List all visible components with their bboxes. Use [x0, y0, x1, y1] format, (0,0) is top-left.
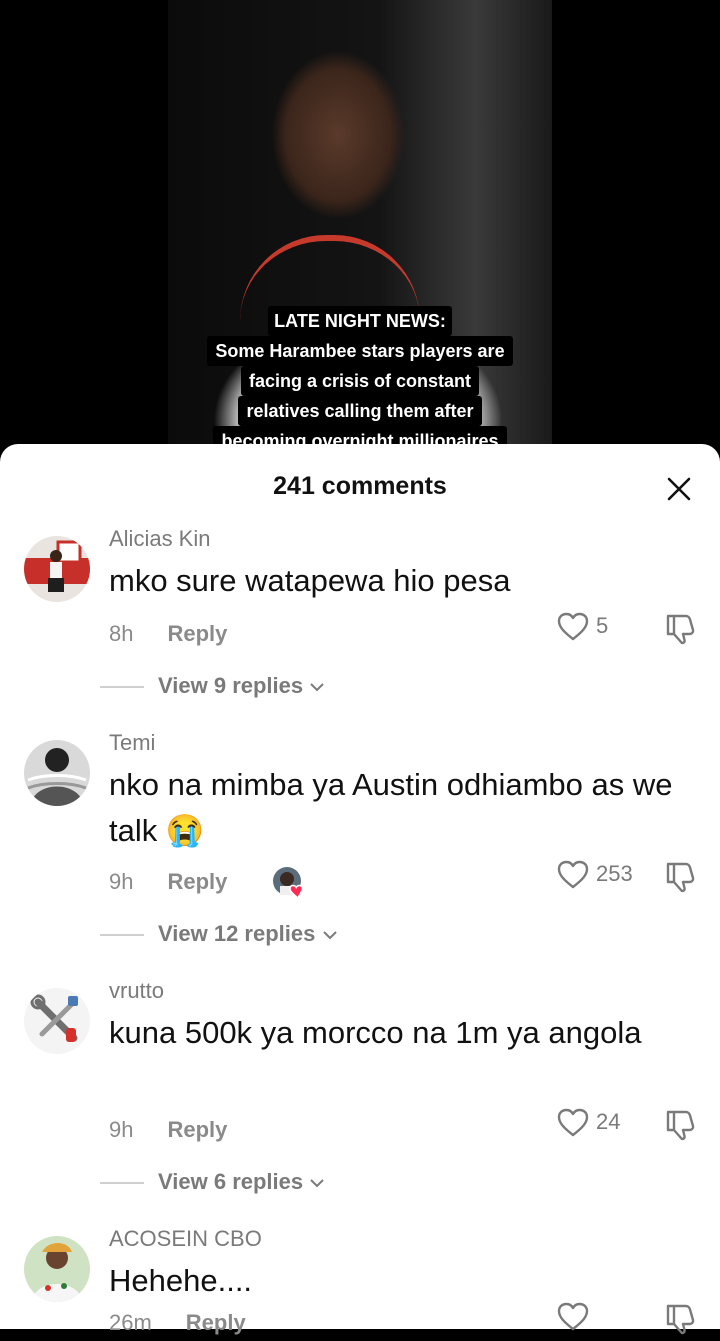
reply-button[interactable]: Reply	[167, 869, 227, 894]
view-replies-button[interactable]: View 12 replies	[100, 921, 338, 947]
avatar[interactable]	[24, 1236, 90, 1302]
caption-line-4: relatives calling them after	[238, 396, 482, 426]
view-replies-label: View 12 replies	[158, 921, 316, 946]
avatar[interactable]	[24, 988, 90, 1054]
comment-text: nko na mimba ya Austin odhiambo as we ta…	[109, 767, 673, 848]
view-replies-label: View 6 replies	[158, 1169, 304, 1194]
heart-icon	[557, 860, 589, 889]
like-count: 5	[596, 613, 609, 638]
comments-count: 241 comments	[273, 472, 447, 500]
avatar[interactable]	[24, 536, 90, 602]
heart-icon	[557, 1108, 589, 1137]
comments-sheet: 241 comments Alicias Kin mko sure watape…	[0, 444, 720, 1335]
comment-time: 9h	[109, 1117, 134, 1142]
comment-time: 8h	[109, 621, 134, 646]
dislike-icon[interactable]	[662, 610, 698, 646]
view-replies-button[interactable]: View 9 replies	[100, 673, 325, 699]
like-button[interactable]: 24	[556, 1106, 636, 1140]
caption-line-1: LATE NIGHT NEWS:	[268, 306, 452, 336]
comment-meta: 8h Reply	[109, 621, 227, 647]
comment-meta: 9h Reply	[109, 1117, 227, 1143]
comment-username[interactable]: Temi	[109, 730, 155, 756]
chevron-down-icon	[303, 1169, 325, 1194]
comment-time: 9h	[109, 869, 134, 894]
chevron-down-icon	[315, 921, 337, 946]
view-replies-label: View 9 replies	[158, 673, 304, 698]
caption-line-3: facing a crisis of constant	[240, 366, 480, 396]
comment-username[interactable]: ACOSEIN CBO	[109, 1226, 262, 1252]
comment-meta: 26m Reply	[109, 1310, 246, 1336]
divider-line	[100, 934, 144, 936]
dislike-icon[interactable]	[662, 858, 698, 894]
caption-line-2: Some Harambee stars players are	[207, 336, 513, 366]
reply-button[interactable]: Reply	[186, 1310, 246, 1335]
comment-time: 26m	[109, 1310, 152, 1335]
reply-button[interactable]: Reply	[167, 621, 227, 646]
comment-text: Hehehe....	[109, 1263, 253, 1298]
like-count: 253	[596, 861, 633, 886]
like-button[interactable]: 253	[556, 858, 636, 892]
close-icon[interactable]	[664, 474, 694, 504]
comment-meta: 9h Reply	[109, 869, 227, 895]
video-player[interactable]: LATE NIGHT NEWS: Some Harambee stars pla…	[0, 0, 720, 470]
reply-button[interactable]: Reply	[167, 1117, 227, 1142]
comment-username[interactable]: vrutto	[109, 978, 164, 1004]
video-caption: LATE NIGHT NEWS: Some Harambee stars pla…	[0, 306, 720, 456]
divider-line	[100, 1182, 144, 1184]
dislike-icon[interactable]	[662, 1300, 698, 1336]
like-count: 24	[596, 1109, 621, 1134]
chevron-down-icon	[303, 673, 325, 698]
view-replies-button[interactable]: View 6 replies	[100, 1169, 325, 1195]
like-button[interactable]: 5	[556, 610, 636, 644]
avatar[interactable]	[24, 740, 90, 806]
comment-username[interactable]: Alicias Kin	[109, 526, 210, 552]
creator-liked-avatar	[272, 866, 306, 900]
dislike-icon[interactable]	[662, 1106, 698, 1142]
comment-text: kuna 500k ya morcco na 1m ya angola	[109, 1015, 642, 1050]
heart-icon	[557, 612, 589, 641]
divider-line	[100, 686, 144, 688]
comment-text: mko sure watapewa hio pesa	[109, 563, 511, 598]
